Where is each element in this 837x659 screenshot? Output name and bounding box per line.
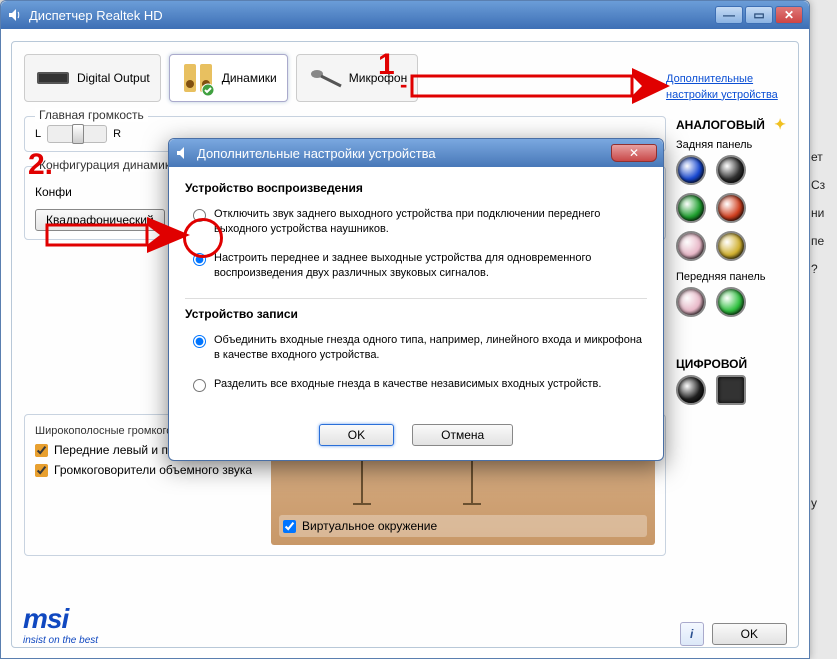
dialog-title: Дополнительные настройки устройства <box>197 146 611 161</box>
tab-speakers[interactable]: Динамики <box>169 54 288 102</box>
minimize-button[interactable]: — <box>715 6 743 24</box>
jack-pink[interactable] <box>676 231 706 261</box>
dialog-ok-button[interactable]: OK <box>319 424 394 446</box>
maximize-button[interactable]: ▭ <box>745 6 773 24</box>
info-button[interactable]: i <box>680 622 704 646</box>
analog-heading: АНАЛОГОВЫЙ✦ <box>676 116 786 133</box>
recording-section: Устройство записи Объединить входные гне… <box>185 298 647 402</box>
recording-heading: Устройство записи <box>185 307 647 321</box>
playback-radio-mute-rear[interactable] <box>193 209 206 222</box>
main-ok-button[interactable]: OK <box>712 623 787 645</box>
playback-section: Устройство воспроизведения Отключить зву… <box>185 181 647 290</box>
advanced-settings-link[interactable]: Дополнительные настройки устройства <box>666 71 786 102</box>
surround-checkbox[interactable] <box>35 464 48 477</box>
config-label-truncated: Конфи <box>35 185 72 199</box>
speakers-icon <box>180 60 216 96</box>
balance-left-label: L <box>35 128 41 140</box>
volume-group-title: Главная громкость <box>35 108 148 122</box>
surround-checkbox-row[interactable]: Громкоговорители объемного звука <box>35 463 255 477</box>
cropped-background-text: ет Сз ни пе ? у <box>811 150 837 524</box>
jack-blue[interactable] <box>676 155 706 185</box>
footer: msi insist on the best i OK <box>23 603 787 646</box>
close-button[interactable]: ✕ <box>775 6 803 24</box>
front-lr-checkbox[interactable] <box>35 444 48 457</box>
msi-slogan: insist on the best <box>23 635 98 646</box>
config-group-title: Конфигурация динамик <box>35 158 174 172</box>
recording-radio-separate[interactable] <box>193 379 206 392</box>
front-panel-label: Передняя панель <box>676 271 786 283</box>
jack-front-pink[interactable] <box>676 287 706 317</box>
window-title: Диспетчер Realtek HD <box>29 8 715 23</box>
recording-option-2[interactable]: Разделить все входные гнезда в качестве … <box>185 373 647 402</box>
dialog-cancel-button[interactable]: Отмена <box>412 424 513 446</box>
playback-heading: Устройство воспроизведения <box>185 181 647 195</box>
playback-option-2[interactable]: Настроить переднее и заднее выходные уст… <box>185 247 647 291</box>
balance-slider[interactable] <box>47 125 107 143</box>
recording-radio-combine[interactable] <box>193 335 206 348</box>
virtual-surround-checkbox[interactable] <box>283 520 296 533</box>
speaker-icon <box>175 145 191 161</box>
dialog-close-button[interactable]: ✕ <box>611 144 657 162</box>
jack-spdif[interactable] <box>676 375 706 405</box>
titlebar[interactable]: Диспетчер Realtek HD — ▭ ✕ <box>1 1 809 29</box>
rear-panel-label: Задняя панель <box>676 139 786 151</box>
dialog-titlebar[interactable]: Дополнительные настройки устройства ✕ <box>169 139 663 167</box>
jack-orange[interactable] <box>716 193 746 223</box>
digital-jacks <box>676 375 786 405</box>
tab-microphone[interactable]: Микрофон <box>296 54 418 102</box>
virtual-surround-label: Виртуальное окружение <box>302 519 437 533</box>
advanced-settings-dialog: Дополнительные настройки устройства ✕ Ус… <box>168 138 664 461</box>
jack-yellow[interactable] <box>716 231 746 261</box>
digital-heading: ЦИФРОВОЙ <box>676 357 786 371</box>
playback-option-1[interactable]: Отключить звук заднего выходного устройс… <box>185 203 647 247</box>
jack-black[interactable] <box>716 155 746 185</box>
jack-optical[interactable] <box>716 375 746 405</box>
front-jacks <box>676 287 786 317</box>
balance-right-label: R <box>113 128 121 140</box>
device-tabs: Digital Output Динамики Микрофон Дополни… <box>24 54 786 102</box>
tab-digital-output[interactable]: Digital Output <box>24 54 161 102</box>
jack-front-green[interactable] <box>716 287 746 317</box>
jack-green[interactable] <box>676 193 706 223</box>
speaker-config-dropdown[interactable]: Квадрафонический <box>35 209 165 231</box>
microphone-icon <box>307 60 343 96</box>
rear-jacks <box>676 155 786 261</box>
sparkle-icon: ✦ <box>774 116 786 133</box>
msi-logo: msi <box>23 603 98 635</box>
amplifier-icon <box>35 60 71 96</box>
speaker-icon <box>7 7 23 23</box>
playback-radio-independent[interactable] <box>193 253 206 266</box>
connector-panel: АНАЛОГОВЫЙ✦ Задняя панель Передняя панел… <box>676 116 786 556</box>
recording-option-1[interactable]: Объединить входные гнезда одного типа, н… <box>185 329 647 373</box>
